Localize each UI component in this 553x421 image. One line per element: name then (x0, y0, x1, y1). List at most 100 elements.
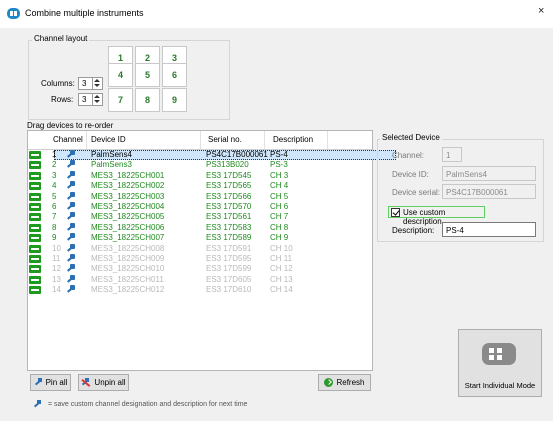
row-channel: 3 (52, 170, 57, 180)
row-serial: ES3 17D545 (206, 170, 252, 180)
row-description: CH 6 (270, 202, 289, 211)
row-serial: PS4C17B000061 (206, 150, 268, 159)
pin-all-label: Pin all (45, 378, 68, 387)
pin-icon[interactable] (66, 243, 76, 254)
drag-handle-icon[interactable] (29, 275, 41, 284)
drag-handle-icon[interactable] (29, 223, 41, 232)
columns-spin-buttons[interactable] (92, 78, 102, 89)
description-input[interactable]: PS-4 (442, 222, 536, 237)
drag-handle-icon[interactable] (29, 182, 41, 191)
custom-description-toggle[interactable]: Use custom description (388, 206, 485, 226)
drag-handle-icon[interactable] (29, 244, 41, 253)
drag-handle-icon[interactable] (29, 213, 41, 222)
pin-icon[interactable] (66, 222, 76, 233)
drag-handle-icon[interactable] (29, 192, 41, 201)
table-row[interactable]: 10 MES3_18225CH008 ES3 17D591 CH 10 (28, 243, 372, 254)
device-table[interactable]: Channel Device ID Serial no. Description… (27, 130, 396, 371)
row-serial: ES3 17D583 (206, 222, 252, 232)
row-channel: 5 (52, 191, 57, 201)
drag-handle-icon[interactable] (29, 255, 41, 263)
pin-icon[interactable] (66, 274, 76, 285)
drag-handle-icon[interactable] (29, 171, 41, 180)
rows-label: Rows: (51, 95, 74, 104)
row-description: CH 14 (270, 285, 293, 295)
row-device-id: MES3_18225CH002 (91, 181, 165, 191)
pin-icon[interactable] (66, 212, 76, 222)
pin-icon (34, 378, 43, 387)
row-device-id: MES3_18225CH006 (91, 222, 165, 232)
refresh-label: Refresh (336, 378, 365, 387)
table-row[interactable]: 3 MES3_18225CH001 ES3 17D545 CH 3 (28, 170, 372, 181)
columns-stepper[interactable]: 3 (78, 77, 103, 90)
drag-handle-icon[interactable] (29, 286, 41, 295)
refresh-icon (324, 378, 334, 387)
table-row[interactable]: 5 MES3_18225CH003 ES3 17D566 CH 5 (28, 191, 372, 202)
row-description: PS-4 (270, 150, 288, 159)
pin-icon[interactable] (66, 202, 76, 212)
row-device-id: MES3_18225CH010 (91, 264, 165, 274)
row-description: CH 7 (270, 212, 289, 222)
pin-icon[interactable] (66, 181, 76, 191)
pin-icon[interactable] (66, 254, 76, 264)
unpin-all-button[interactable]: Unpin all (78, 374, 129, 391)
drag-handle-icon[interactable] (29, 203, 41, 211)
header-serial[interactable]: Serial no. (208, 135, 242, 144)
row-description: CH 5 (270, 191, 289, 201)
pin-all-button[interactable]: Pin all (30, 374, 71, 391)
table-row[interactable]: 9 MES3_18225CH007 ES3 17D589 CH 9 (28, 233, 372, 243)
pin-icon[interactable] (66, 150, 76, 160)
layout-cell-4[interactable]: 4 (108, 63, 133, 87)
table-row[interactable]: 6 MES3_18225CH004 ES3 17D570 CH 6 (28, 202, 372, 212)
pin-icon[interactable] (66, 264, 76, 274)
table-row[interactable]: 11 MES3_18225CH009 ES3 17D595 CH 11 (28, 254, 372, 264)
app-icon (7, 8, 20, 19)
row-serial: ES3 17D566 (206, 191, 252, 201)
header-device-id[interactable]: Device ID (91, 135, 126, 144)
table-row[interactable]: 13 MES3_18225CH011 ES3 17D605 CH 13 (28, 274, 372, 285)
refresh-button[interactable]: Refresh (318, 374, 371, 391)
drag-handle-icon[interactable] (29, 265, 41, 274)
channel-field: 1 (442, 147, 462, 162)
layout-cell-6[interactable]: 6 (162, 63, 187, 87)
layout-cell-5[interactable]: 5 (135, 63, 160, 87)
channel-label: Channel: (392, 151, 425, 160)
table-row[interactable]: 4 MES3_18225CH002 ES3 17D565 CH 4 (28, 181, 372, 191)
rows-stepper[interactable]: 3 (78, 93, 103, 106)
row-device-id: MES3_18225CH001 (91, 170, 165, 180)
channel-layout-legend: Channel layout (32, 34, 90, 43)
table-row[interactable]: 8 MES3_18225CH006 ES3 17D583 CH 8 (28, 222, 372, 233)
unpin-icon (81, 378, 91, 387)
unpin-all-label: Unpin all (94, 378, 126, 387)
row-device-id: MES3_18225CH004 (91, 202, 165, 211)
table-row[interactable]: 12 MES3_18225CH010 ES3 17D599 CH 12 (28, 264, 372, 274)
columns-label: Columns: (41, 79, 75, 88)
pin-icon[interactable] (66, 233, 76, 243)
pin-icon[interactable] (66, 170, 76, 181)
custom-description-checkbox[interactable] (391, 208, 400, 217)
table-row[interactable]: 2 PalmSens3 PS313B020 PS-3 (28, 160, 372, 170)
table-row[interactable]: 1 PalmSens4 PS4C17B000061 PS-4 (28, 150, 396, 160)
layout-cell-9[interactable]: 9 (162, 88, 187, 112)
header-channel[interactable]: Channel (53, 135, 83, 144)
close-icon[interactable]: × (538, 5, 544, 17)
pin-icon[interactable] (66, 160, 76, 170)
row-description: CH 9 (270, 233, 289, 243)
pin-icon[interactable] (66, 285, 76, 295)
drag-handle-icon[interactable] (29, 234, 41, 243)
row-serial: ES3 17D570 (206, 202, 252, 211)
row-device-id: MES3_18225CH008 (91, 243, 165, 253)
row-description: CH 3 (270, 170, 289, 180)
table-row[interactable]: 14 MES3_18225CH012 ES3 17D610 CH 14 (28, 285, 372, 295)
table-row[interactable]: 7 MES3_18225CH005 ES3 17D561 CH 7 (28, 212, 372, 222)
row-channel: 11 (52, 254, 61, 263)
device-serial-label: Device serial: (392, 188, 441, 197)
layout-cell-7[interactable]: 7 (108, 88, 133, 112)
drag-handle-icon[interactable] (29, 151, 41, 159)
row-description: CH 13 (270, 274, 293, 284)
rows-spin-buttons[interactable] (92, 94, 102, 105)
layout-cell-8[interactable]: 8 (135, 88, 160, 112)
pin-icon[interactable] (66, 191, 76, 202)
header-description[interactable]: Description (273, 135, 313, 144)
drag-handle-icon[interactable] (29, 161, 41, 170)
row-device-id: MES3_18225CH011 (91, 274, 164, 284)
